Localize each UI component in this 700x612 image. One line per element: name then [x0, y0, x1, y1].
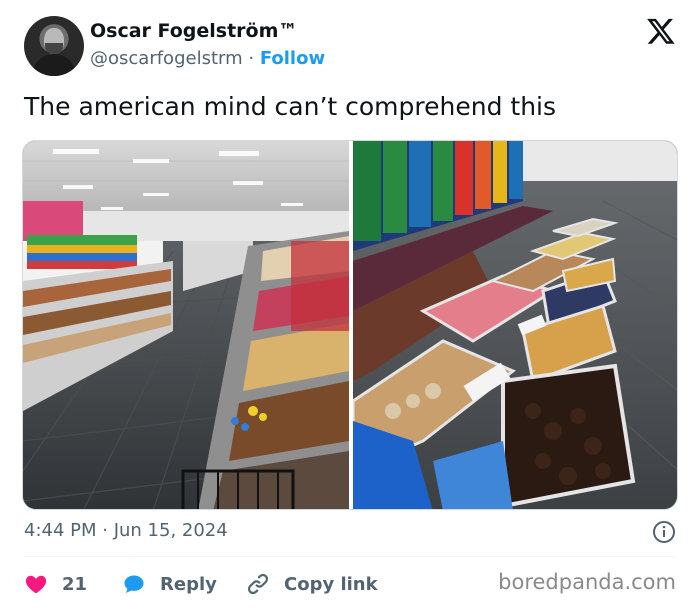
separator-dot: · [248, 48, 255, 69]
copy-link-button[interactable]: Copy link [246, 570, 378, 598]
reply-button[interactable]: Reply [122, 570, 217, 598]
author-handle[interactable]: @oscarfogelstrm [90, 48, 243, 69]
info-icon[interactable] [652, 520, 676, 544]
divider [24, 556, 676, 557]
like-count: 21 [62, 573, 88, 595]
x-logo-icon[interactable] [646, 16, 676, 46]
store-aisle-photo[interactable] [23, 141, 349, 509]
like-button[interactable]: 21 [24, 570, 87, 598]
heart-icon [25, 575, 47, 594]
tweet-actions: 21 Reply Copy link boredpanda.com [24, 570, 676, 598]
reply-label: Reply [160, 573, 217, 595]
watermark: boredpanda.com [498, 570, 676, 594]
tweet-timestamp[interactable]: 4:44 PM · Jun 15, 2024 [24, 520, 228, 541]
tweet-media[interactable] [22, 140, 678, 510]
tweet-header: Oscar Fogelström™ @oscarfogelstrm · Foll… [24, 16, 676, 78]
author-handle-row: @oscarfogelstrm · Follow [90, 48, 325, 69]
speech-bubble-icon [124, 575, 144, 593]
link-icon [247, 573, 269, 595]
tweet-text: The american mind can’t comprehend this [24, 92, 557, 121]
candy-bins-photo[interactable] [353, 141, 677, 509]
copy-link-label: Copy link [284, 573, 378, 595]
follow-button[interactable]: Follow [260, 48, 325, 69]
author-name[interactable]: Oscar Fogelström™ [90, 20, 297, 42]
avatar[interactable] [24, 16, 84, 76]
